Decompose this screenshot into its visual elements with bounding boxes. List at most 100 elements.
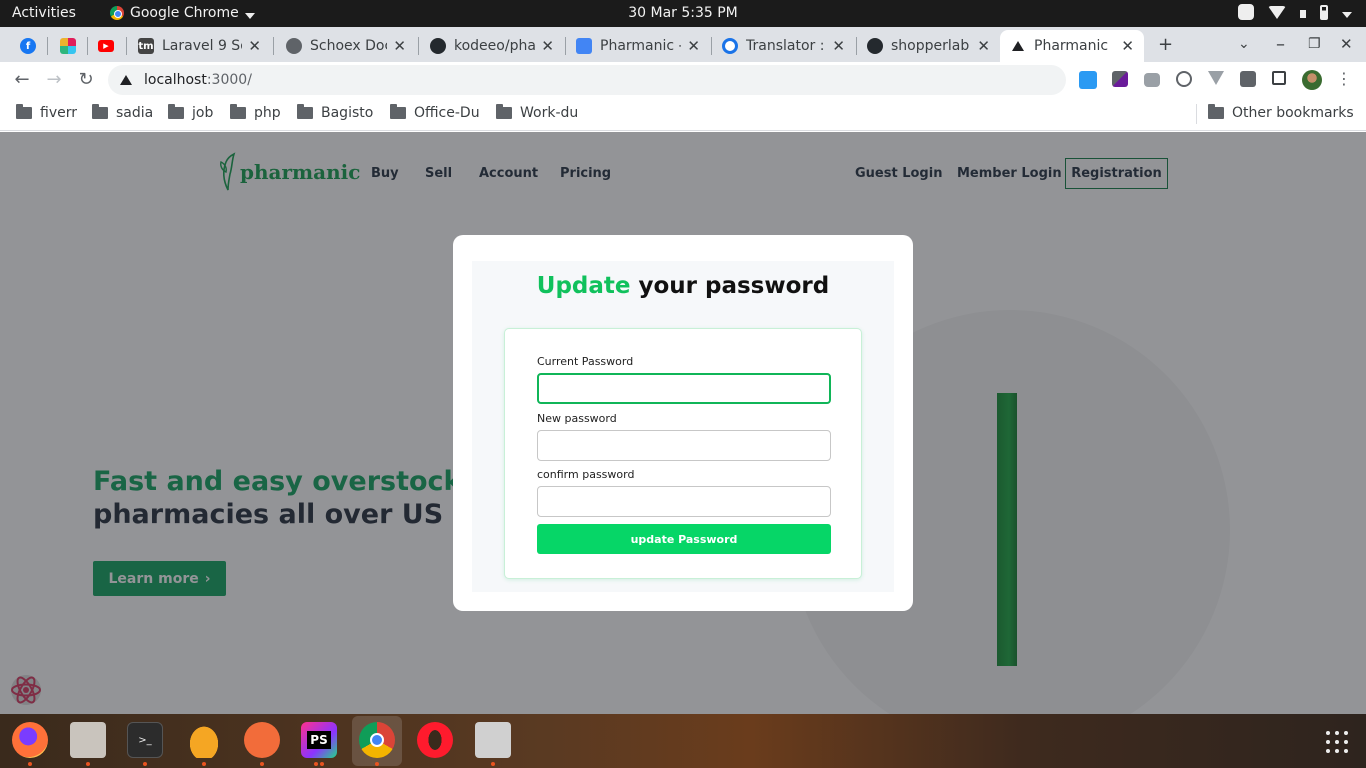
files-icon[interactable] (70, 722, 106, 758)
bookmark-sadia[interactable]: sadia (92, 104, 154, 121)
firefox-icon[interactable] (12, 722, 48, 758)
address-bar[interactable]: localhost:3000/ (108, 65, 1066, 95)
close-icon[interactable]: ✕ (687, 37, 700, 55)
restore-icon[interactable]: ❐ (1308, 36, 1321, 52)
minimize-icon[interactable]: – (1276, 34, 1285, 55)
forward-arrow-icon[interactable]: → (43, 69, 65, 90)
reload-icon[interactable]: ↻ (75, 69, 97, 90)
clock[interactable]: 30 Mar 5:35 PM (0, 5, 1366, 21)
running-indicator (314, 762, 318, 766)
running-indicator (143, 762, 147, 766)
bookmarks-divider (1196, 104, 1197, 124)
chrome-dock-icon[interactable] (359, 722, 395, 758)
bookmark-label: sadia (116, 105, 154, 121)
notification-icon[interactable] (1238, 4, 1254, 20)
running-indicator (86, 762, 90, 766)
not-secure-icon[interactable] (120, 75, 132, 85)
kebab-menu-icon[interactable]: ⋮ (1333, 69, 1355, 88)
running-indicator (491, 762, 495, 766)
translate-extension-icon[interactable] (1079, 71, 1097, 89)
tab-search-chevron-icon[interactable]: ⌄ (1238, 36, 1250, 52)
tab-facebook[interactable]: f (10, 30, 46, 62)
system-tray[interactable] (1238, 4, 1352, 20)
tab-slack[interactable] (50, 30, 86, 62)
running-indicator (202, 762, 206, 766)
folder-icon (16, 104, 32, 119)
other-bookmarks[interactable]: Other bookmarks (1208, 104, 1354, 121)
image-viewer-icon[interactable] (475, 722, 511, 758)
tab-title: shopperlab (891, 38, 970, 54)
modal-title-rest: your password (630, 273, 830, 299)
tab-pharmanic-doc[interactable]: Pharmanic - ✕ (566, 30, 710, 62)
tab-title: Schoex Doc (310, 38, 388, 54)
tab-title: Pharmanic - (600, 38, 682, 54)
close-icon[interactable]: ✕ (393, 37, 406, 55)
camera-icon[interactable] (1144, 73, 1160, 87)
volume-icon[interactable] (1300, 10, 1306, 18)
browser-toolbar: ← → ↻ localhost:3000/ ⋮ (0, 62, 1366, 98)
folder-icon (297, 104, 313, 119)
confirm-password-input[interactable] (537, 486, 831, 517)
extension-circle-icon[interactable] (1176, 71, 1192, 87)
devtools-extension-icon[interactable] (1112, 71, 1128, 87)
tab-strip: f ▶ tm Laravel 9 So ✕ Schoex Doc ✕ kodee… (0, 27, 1366, 62)
postman-icon[interactable] (244, 722, 280, 758)
url-path: :3000/ (206, 72, 252, 88)
bookmark-office-du[interactable]: Office-Du (390, 104, 480, 121)
bookmark-job[interactable]: job (168, 104, 214, 121)
bookmark-work-du[interactable]: Work-du (496, 104, 578, 121)
modal-title-highlight: Update (536, 273, 631, 299)
bookmark-bagisto[interactable]: Bagisto (297, 104, 373, 121)
new-password-input[interactable] (537, 430, 831, 461)
folder-icon (168, 104, 184, 119)
close-icon[interactable]: ✕ (541, 37, 554, 55)
close-icon[interactable]: ✕ (977, 37, 990, 55)
dock: >_ PS (0, 714, 1366, 768)
youtube-icon: ▶ (98, 40, 114, 52)
back-arrow-icon[interactable]: ← (11, 69, 33, 90)
tab-title: kodeeo/pha (454, 38, 536, 54)
tab-shopperlab[interactable]: shopperlab ✕ (857, 30, 1000, 62)
tm-icon: tm (138, 38, 154, 54)
avatar[interactable] (1302, 70, 1322, 90)
tab-schoex[interactable]: Schoex Doc ✕ (276, 30, 416, 62)
show-applications-icon[interactable] (1326, 731, 1348, 753)
new-tab-plus-icon[interactable]: + (1158, 34, 1173, 55)
tab-youtube[interactable]: ▶ (88, 30, 124, 62)
battery-icon[interactable] (1320, 4, 1328, 20)
bookmark-label: php (254, 105, 281, 121)
terminal-icon[interactable]: >_ (127, 722, 163, 758)
modal-body: Update your password Current Password Ne… (472, 261, 894, 592)
close-icon[interactable]: ✕ (832, 37, 845, 55)
tab-pharmanic-active[interactable]: Pharmanic ✕ (1000, 30, 1144, 62)
tab-title: Pharmanic (1034, 38, 1109, 54)
bookmark-fiverr[interactable]: fiverr (16, 104, 77, 121)
phpstorm-icon[interactable]: PS (301, 722, 337, 758)
window-close-icon[interactable]: ✕ (1340, 35, 1353, 53)
folder-icon (496, 104, 512, 119)
tab-translator[interactable]: Translator : ✕ (712, 30, 855, 62)
tab-kodeeo[interactable]: kodeeo/pha ✕ (420, 30, 564, 62)
tab-separator (126, 37, 127, 55)
elephant-db-icon[interactable] (186, 722, 222, 758)
puzzle-icon[interactable] (1240, 71, 1256, 87)
wifi-icon[interactable] (1268, 5, 1286, 19)
slack-icon (60, 38, 76, 54)
bookmark-label: job (192, 105, 214, 121)
vue-devtools-icon[interactable] (1208, 71, 1224, 85)
github-icon (430, 38, 446, 54)
bookmark-label: Other bookmarks (1232, 105, 1354, 121)
close-icon[interactable]: ✕ (1121, 37, 1134, 55)
bookmark-php[interactable]: php (230, 104, 281, 121)
close-icon[interactable]: ✕ (248, 37, 261, 55)
opera-icon[interactable] (417, 722, 453, 758)
current-password-input[interactable] (537, 373, 831, 404)
system-top-bar: Activities Google Chrome 30 Mar 5:35 PM (0, 0, 1366, 27)
update-password-button[interactable]: update Password (537, 524, 831, 554)
system-menu-chevron-icon[interactable] (1342, 11, 1352, 18)
running-indicator (375, 762, 379, 766)
update-password-modal: Update your password Current Password Ne… (453, 235, 913, 611)
side-panel-icon[interactable] (1272, 71, 1286, 85)
confirm-password-label: confirm password (537, 468, 635, 481)
tab-laravel[interactable]: tm Laravel 9 So ✕ (128, 30, 271, 62)
